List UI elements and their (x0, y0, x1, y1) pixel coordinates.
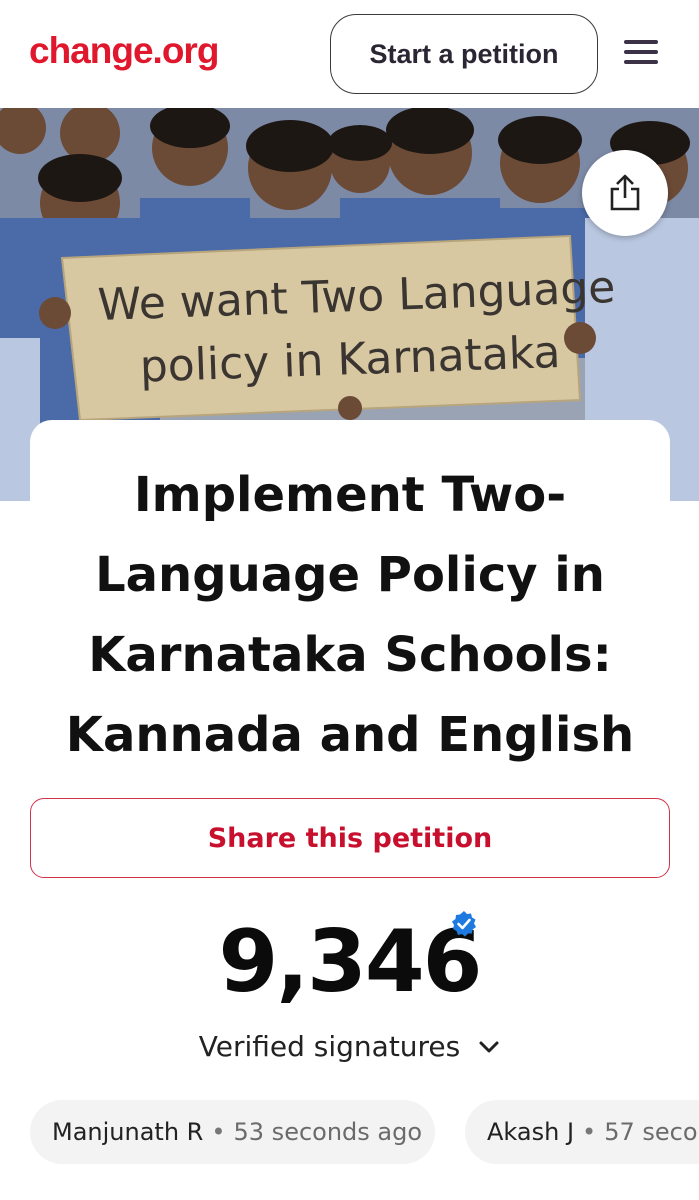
verified-signatures-toggle[interactable]: Verified signatures (0, 1030, 699, 1063)
petition-title-line: Kannada and English (65, 707, 635, 763)
chevron-down-icon (479, 1041, 499, 1052)
start-petition-button[interactable]: Start a petition (330, 14, 598, 94)
share-icon-button[interactable] (582, 150, 668, 236)
share-icon (610, 174, 640, 211)
petition-title-line: Language Policy in (95, 547, 605, 603)
recent-signer-chip: Manjunath R • 53 seconds ago (30, 1100, 435, 1164)
separator-dot: • (211, 1118, 226, 1146)
signer-time: 53 seconds ago (233, 1118, 423, 1146)
verified-badge-icon (452, 911, 476, 937)
signer-name: Akash J (487, 1118, 575, 1146)
share-petition-button[interactable]: Share this petition (30, 798, 670, 878)
separator-dot: • (582, 1118, 597, 1146)
signature-count: 9,346 (218, 912, 482, 1012)
recent-signer-chip: Akash J • 57 secon (465, 1100, 699, 1164)
signer-time: 57 secon (604, 1118, 699, 1146)
hamburger-menu-icon[interactable] (624, 40, 658, 68)
petition-title-line: Karnataka Schools: (88, 627, 612, 683)
petition-title: Implement Two- Language Policy in Karnat… (30, 455, 670, 775)
petition-title-line: Implement Two- (133, 467, 567, 523)
signer-name: Manjunath R (52, 1118, 204, 1146)
change-org-logo[interactable]: change.org (29, 30, 219, 72)
top-header: change.org Start a petition (0, 0, 699, 108)
verified-signatures-label: Verified signatures (198, 1030, 461, 1063)
